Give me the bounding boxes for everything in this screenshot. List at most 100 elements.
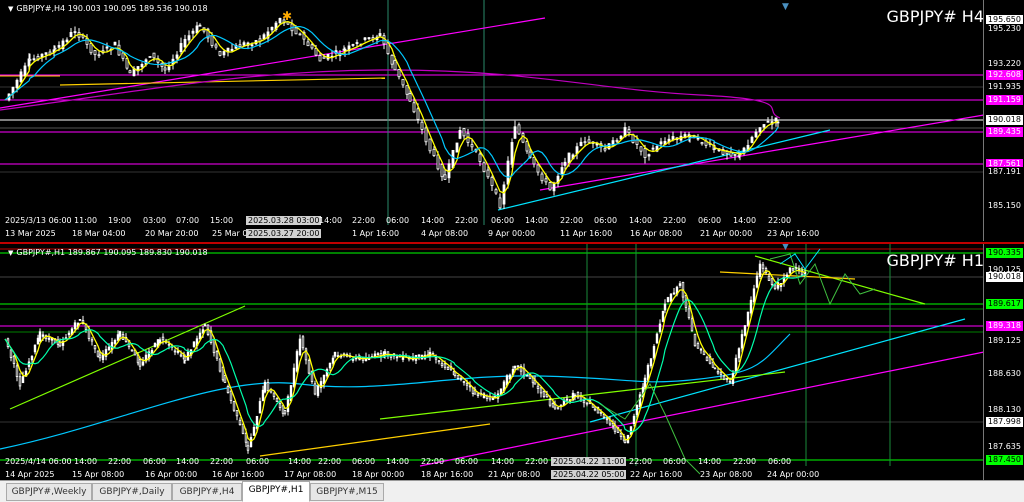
h4-candle [583,141,587,144]
h4-chart-pane[interactable]: ✱ ▼ ▼ GBPJPY#,H4 190.003 190.095 189.536 1… [0,0,1024,241]
h1-candle [551,403,555,408]
h4-date-label: 20 Mar 20:00 [145,229,199,238]
h4-candle [451,149,455,168]
h1-candle [629,426,633,435]
h1-candle [246,445,250,451]
h1-candle [690,318,694,332]
h1-candle [513,365,517,369]
h4-fast-moving-average [4,20,779,194]
h4-candle [191,30,195,34]
h1-candle [743,325,747,336]
tab-h4[interactable]: GBPJPY#,H4 [172,483,242,501]
tab-weekly[interactable]: GBPJPY#,Weekly [6,483,92,501]
h4-candle [587,139,591,143]
h1-candle [258,401,262,414]
h4-candle [532,157,536,165]
h1-candle [599,411,603,414]
h4-price-axis[interactable]: 195.650 195.230 193.220 192.608 191.935 191.1… [983,0,1024,241]
h1-candle [113,340,117,344]
h1-time-label: 2025.04.22 11:00 [551,457,627,466]
h1-price-axis[interactable]: 190.335 190.125 190.018 189.617 189.318 189.1… [983,244,1024,482]
h1-candle [173,350,177,353]
h1-candle [593,408,597,411]
h4-date-label: 23 Apr 16:00 [767,229,820,238]
h4-candle [517,124,521,135]
h4-candle [294,27,298,35]
h4-price-label: 195.230 [985,24,1023,34]
h4-candle [187,35,191,41]
h1-candle [301,336,305,349]
h1-candle [18,376,22,387]
h4-candle [416,108,420,120]
h4-candle [397,68,401,78]
h4-candle [210,35,214,46]
h4-candle [436,154,440,170]
h1-candle [728,380,732,383]
h1-candle [261,389,265,402]
h1-trend-line [9,305,246,410]
h4-candle [198,24,202,27]
h4-candle [428,138,432,152]
h4-candle [455,142,459,153]
h1-candle [263,381,267,393]
h1-candle [96,350,100,357]
h1-candle [275,398,279,403]
h1-candle [316,385,320,396]
h1-candle [93,345,97,350]
h4-candle [470,144,474,148]
h4-date-label: 11 Apr 16:00 [560,229,613,238]
tab-m15[interactable]: GBPJPY#,M15 [310,483,384,501]
h1-candle [38,331,42,342]
tab-daily[interactable]: GBPJPY#,Daily [92,483,172,501]
h4-candle [53,47,57,50]
h1-candle [719,371,723,375]
h1-candle [235,410,239,417]
h4-candle [314,48,318,56]
h4-candle [408,93,412,102]
h4-candle [306,41,310,47]
h4-candle [548,182,552,191]
h1-candle [542,391,546,397]
h1-candle [87,329,91,339]
dropdown-triangle-icon[interactable]: ▼ [8,5,13,13]
h4-trend-line [539,114,984,191]
h1-candle [386,351,390,357]
h1-candle [212,339,216,354]
h4-candle [490,176,494,186]
h1-candle [158,339,162,344]
h4-candle [15,79,19,89]
h4-time-label: 2025.03.28 03:00 [246,216,322,225]
h4-marker-icon: ▼ [782,2,789,12]
h1-candle [623,439,627,443]
dropdown-triangle-icon[interactable]: ▼ [8,249,13,257]
h1-chart-canvas[interactable]: ▼ [0,244,984,482]
h1-price-label: 190.018 [985,272,1023,282]
h4-date-label: 2025.03.27 20:00 [246,229,322,238]
h4-candle [671,136,675,140]
h4-candle [643,148,647,158]
h1-candle [635,404,639,416]
h1-candle [678,283,682,286]
h4-date-label: 1 Apr 16:00 [352,229,400,238]
h4-candle [462,128,466,137]
h1-candle [223,375,227,383]
h4-long-moving-average [0,69,781,119]
h1-candle [417,354,421,357]
h4-chart-canvas[interactable]: ✱▼ [0,0,984,241]
h4-price-label: 193.220 [985,59,1023,69]
h4-candle [355,42,359,44]
h4-candle [635,139,639,145]
tab-h1[interactable]: GBPJPY#,H1 [242,481,310,502]
h1-candle [58,341,62,347]
h1-candle [696,343,700,349]
h4-candle [544,178,548,183]
h4-candle [424,127,428,143]
h1-candle [758,263,762,278]
h4-candle [390,54,394,65]
h1-candle [752,288,756,303]
h4-candle [28,58,32,61]
h1-chart-pane[interactable]: ▼ ▼ GBPJPY#,H1 189.867 190.095 189.830 19… [0,242,1024,482]
h4-candle [93,50,97,56]
h4-candle [238,44,242,47]
h4-date-label: 13 Mar 2025 [5,229,56,238]
